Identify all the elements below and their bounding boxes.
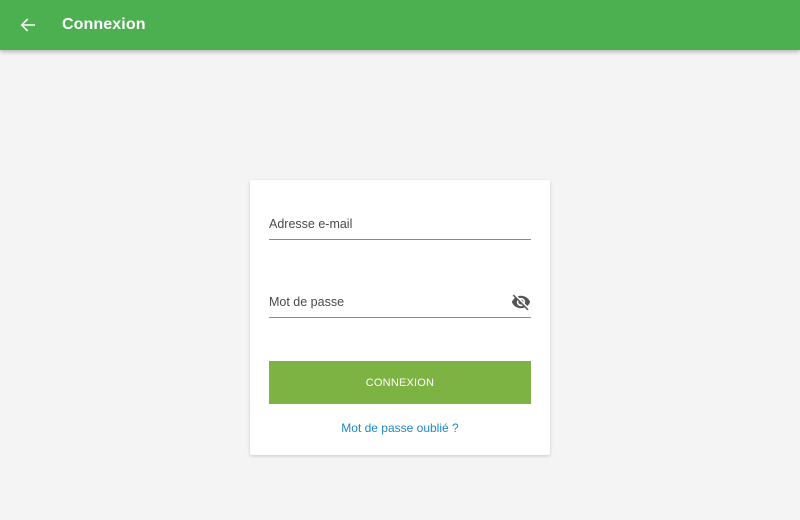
back-button[interactable]	[0, 0, 56, 50]
page-title: Connexion	[62, 16, 146, 33]
forgot-password-link[interactable]: Mot de passe oublié ?	[250, 421, 550, 435]
login-card: CONNEXION Mot de passe oublié ?	[250, 180, 550, 455]
email-field[interactable]	[269, 210, 531, 238]
email-field-container	[269, 210, 531, 240]
password-field[interactable]	[269, 288, 499, 316]
arrow-back-icon	[20, 18, 35, 32]
eye-off-icon	[511, 294, 531, 311]
app-bar: Connexion	[0, 0, 800, 50]
login-button[interactable]: CONNEXION	[269, 361, 531, 404]
password-field-container	[269, 288, 531, 318]
toggle-password-visibility-button[interactable]	[511, 292, 531, 312]
